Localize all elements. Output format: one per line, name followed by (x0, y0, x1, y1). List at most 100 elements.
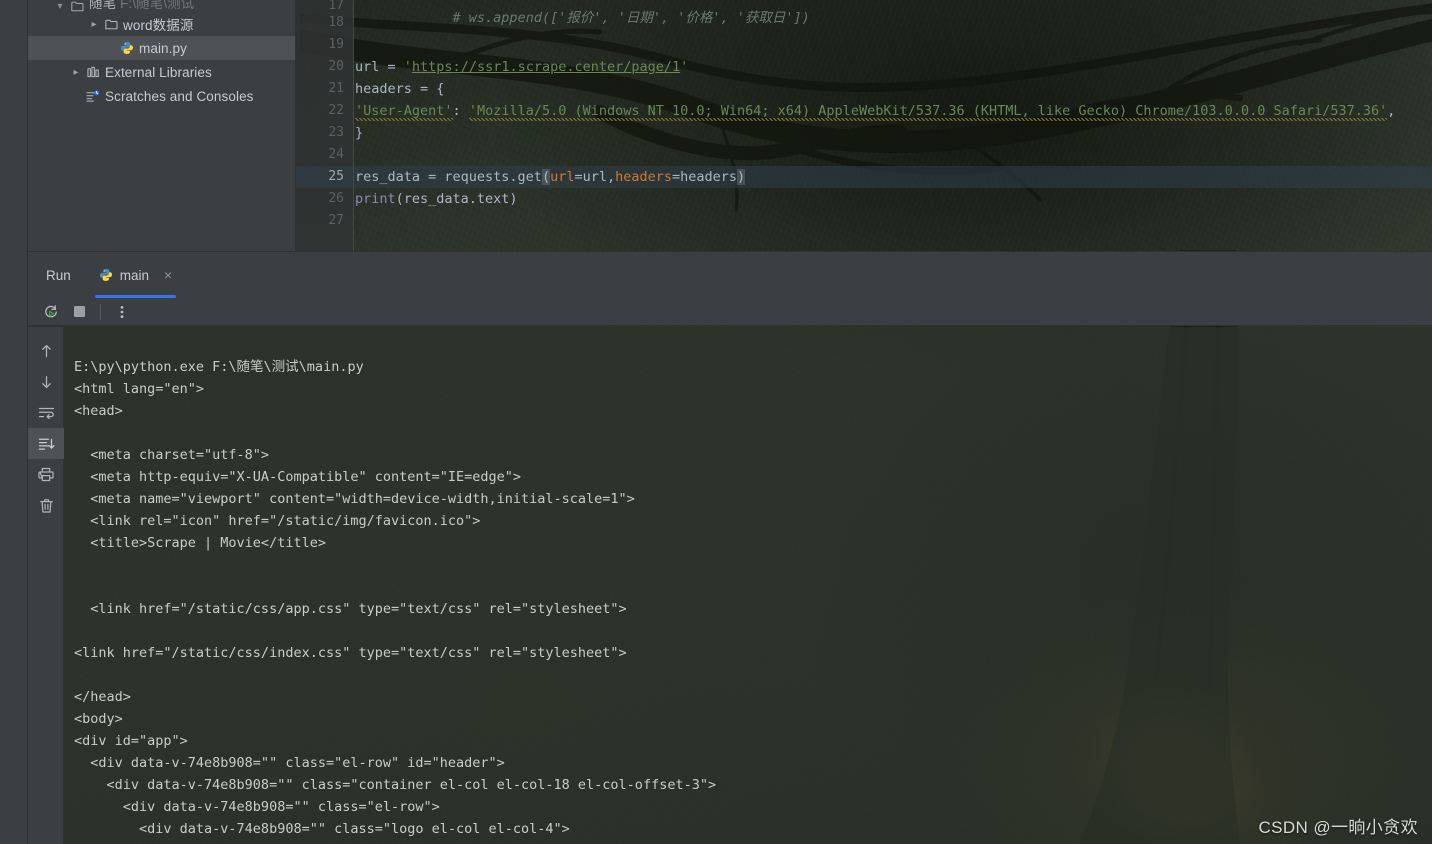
chevron-right-icon[interactable]: ▸ (86, 19, 102, 30)
code-token-string: 'User-Agent' (355, 103, 453, 121)
tab-main[interactable]: main × (94, 252, 177, 298)
scroll-to-end-button[interactable] (28, 428, 64, 459)
close-icon[interactable]: × (164, 268, 172, 282)
tree-item-word-datasource[interactable]: ▸ word数据源 (28, 12, 295, 36)
chevron-right-icon[interactable]: ▸ (68, 67, 84, 78)
library-icon (84, 66, 102, 78)
tree-item-label: 随笔 F:\随笔\测试 (89, 0, 195, 11)
line-number: 18 (328, 15, 344, 30)
code-token-param: headers (615, 169, 673, 185)
tree-item-suibi[interactable]: ▾ 随笔 F:\随笔\测试 (28, 0, 295, 12)
console-line: <link href="/static/css/app.css" type="t… (74, 601, 627, 617)
code-token: =url, (574, 169, 616, 185)
watermark: CSDN @一晌小贪欢 (1258, 818, 1418, 837)
project-tool-window: ▾ 随笔 F:\随笔\测试 ▸ word数据源 main.py ▸ Extern… (28, 0, 296, 251)
down-arrow-button[interactable] (28, 366, 64, 397)
run-window-header: Run main × (28, 252, 1432, 298)
line-number: 22 (328, 103, 344, 118)
code-token: res_data = requests.get (355, 169, 542, 185)
run-console[interactable]: E:\py\python.exe F:\随笔\测试\main.py <html … (64, 327, 1432, 844)
console-line: . (74, 623, 82, 639)
up-arrow-button[interactable] (28, 335, 64, 366)
code-token: =headers (672, 169, 738, 185)
line-number: 24 (328, 147, 344, 162)
console-line: <div data-v-74e8b908="" class="el-row"> (74, 799, 440, 815)
project-tree[interactable]: ▾ 随笔 F:\随笔\测试 ▸ word数据源 main.py ▸ Extern… (28, 0, 295, 108)
run-tool-window: Run main × E:\py\python.exe F:\随笔\测试\mai… (28, 251, 1432, 844)
console-line: <div id="app"> (74, 733, 188, 749)
tree-item-main-py[interactable]: ▸ main.py (28, 36, 295, 60)
code-token-bracket: ( (541, 169, 551, 185)
code-token-string: ' (403, 59, 412, 75)
console-line: <meta charset="utf-8"> (74, 447, 270, 463)
tree-item-label: External Libraries (105, 64, 212, 80)
stop-button[interactable] (66, 299, 92, 325)
console-line: <title>Scrape | Movie</title> (74, 535, 326, 551)
code-token: (res_data.text) (395, 191, 518, 207)
folder-icon (102, 19, 120, 30)
code-token-string: ' (680, 59, 689, 75)
console-line: <body> (74, 711, 123, 727)
code-line[interactable]: } (354, 122, 1432, 144)
pycharm-window: ▾ 随笔 F:\随笔\测试 ▸ word数据源 main.py ▸ Extern… (0, 0, 1432, 844)
console-line: <div data-v-74e8b908="" class="logo el-c… (74, 821, 570, 837)
tree-indent-spacer: ▸ (102, 43, 118, 54)
code-line[interactable] (354, 144, 1432, 166)
chevron-down-icon[interactable]: ▾ (52, 1, 68, 12)
console-line: <head> (74, 403, 123, 419)
code-token-param: url (550, 169, 575, 185)
code-line[interactable]: 'User-Agent': 'Mozilla/5.0 (Windows NT 1… (354, 100, 1432, 122)
tab-label: main (119, 267, 150, 283)
run-window-title: Run (46, 267, 71, 283)
tree-item-label: Scratches and Consoles (105, 88, 254, 104)
code-line[interactable]: # ws.append(['报价', '日期', '价格', '获取日']) (354, 0, 1432, 25)
clear-all-button[interactable] (28, 490, 64, 521)
line-number: 25 (328, 169, 344, 184)
code-token: , (1387, 103, 1396, 119)
code-line[interactable]: url = 'https://ssr1.scrape.center/page/1… (354, 56, 1432, 78)
console-line: <html lang="en"> (74, 381, 205, 397)
tree-item-label: main.py (139, 40, 187, 56)
left-tool-strip (0, 0, 28, 844)
console-line: <meta http-equiv="X-UA-Compatible" conte… (74, 469, 522, 485)
tree-item-external-libraries[interactable]: ▸ External Libraries (28, 60, 295, 84)
code-line[interactable] (354, 34, 1432, 56)
line-number: 19 (328, 37, 344, 52)
toolbar-separator (100, 303, 101, 320)
code-token: url = (355, 59, 404, 75)
code-token: : (452, 103, 469, 119)
editor-gutter[interactable]: 17 18 19 20 21 22 23 24 25 26 27 (296, 0, 354, 251)
python-file-icon (118, 41, 136, 55)
console-line: <div data-v-74e8b908="" class="el-row" i… (74, 755, 505, 771)
tree-item-label: word数据源 (123, 18, 194, 33)
print-button[interactable] (28, 459, 64, 490)
code-editor[interactable]: 17 18 19 20 21 22 23 24 25 26 27 # ws.ap… (296, 0, 1432, 251)
console-output[interactable]: E:\py\python.exe F:\随笔\测试\main.py <html … (64, 327, 1432, 844)
code-line[interactable]: print(res_data.text) (354, 188, 1432, 210)
console-line: E:\py\python.exe F:\随笔\测试\main.py (74, 359, 364, 375)
code-token-function: print (355, 191, 396, 207)
more-actions-button[interactable] (109, 299, 135, 325)
line-number: 27 (328, 213, 344, 228)
scratches-icon (84, 89, 102, 103)
python-file-icon (99, 268, 113, 282)
line-number: 26 (328, 191, 344, 206)
code-token-url[interactable]: https://ssr1.scrape.center/page/1 (412, 59, 680, 75)
line-number: 21 (328, 81, 344, 96)
code-line[interactable]: headers = { (354, 78, 1432, 100)
console-line: <meta name="viewport" content="width=dev… (74, 491, 635, 507)
code-line[interactable] (354, 12, 1432, 34)
console-line: . (74, 579, 82, 595)
tree-item-scratches-and-consoles[interactable]: ▸ Scratches and Consoles (28, 84, 295, 108)
editor-text-area[interactable]: # ws.append(['报价', '日期', '价格', '获取日']) u… (354, 0, 1432, 251)
soft-wrap-button[interactable] (28, 397, 64, 428)
rerun-button[interactable] (38, 299, 64, 325)
code-line-current[interactable]: res_data = requests.get(url=url,headers=… (354, 166, 1432, 188)
tree-indent-spacer: ▸ (68, 91, 84, 102)
console-line: </head> (74, 689, 131, 705)
code-token-bracket: ) (737, 169, 746, 185)
code-line[interactable] (354, 210, 1432, 232)
folder-icon (68, 1, 86, 12)
line-number: 20 (328, 59, 344, 74)
code-token-string: 'Mozilla/5.0 (Windows NT 10.0; Win64; x6… (468, 103, 1388, 121)
